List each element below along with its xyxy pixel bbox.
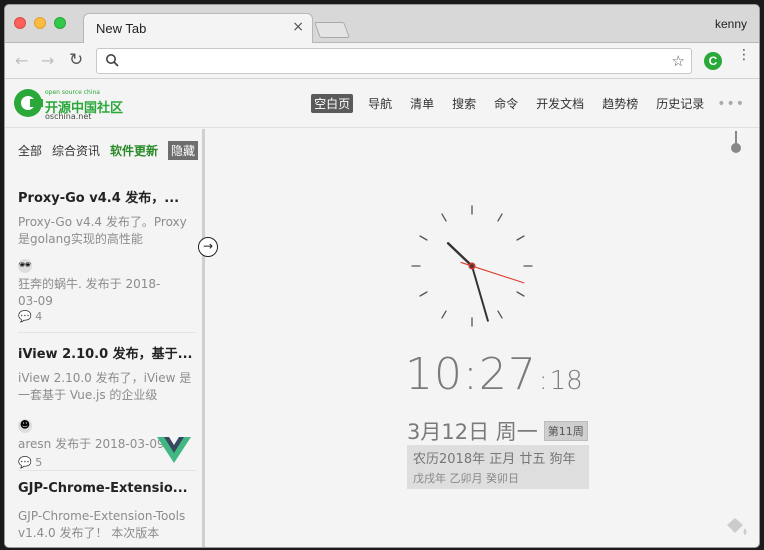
nav-history[interactable]: 历史记录 — [653, 94, 707, 113]
tab-software-updates[interactable]: 软件更新 — [110, 142, 158, 159]
week-badge: 第11周 — [543, 421, 588, 441]
date-line: 3月12日 周一 第11周 — [407, 416, 588, 446]
tab-news[interactable]: 综合资讯 — [52, 142, 100, 159]
avatar: 🕶 — [18, 259, 32, 273]
top-nav: 空白页 导航 清单 搜索 命令 开发文档 趋势榜 历史记录 ••• — [299, 94, 745, 113]
clock-tick — [497, 310, 503, 319]
item-title[interactable]: Proxy-Go v4.4 发布，... — [18, 187, 194, 206]
oschina-extension-icon[interactable]: C — [704, 52, 722, 70]
page-header: open source china 开源中国社区 oschina.net 空白页… — [5, 80, 759, 128]
hide-sidebar-button[interactable]: 隐藏 — [168, 141, 199, 160]
time-sec-separator: : — [538, 366, 548, 396]
bookmark-star-icon[interactable]: ☆ — [672, 52, 685, 70]
logo-tagline: open source china — [45, 89, 100, 96]
nav-command[interactable]: 命令 — [491, 94, 521, 113]
title-bar: New Tab × kenny — [5, 5, 759, 44]
time-minutes: 27 — [478, 349, 537, 400]
address-input[interactable] — [125, 52, 645, 70]
comment-icon: 💬 — [18, 456, 32, 469]
paint-bucket-icon[interactable] — [723, 515, 751, 539]
sidebar-tabs: 全部 综合资讯 软件更新 隐藏 — [18, 141, 199, 160]
nav-checklist[interactable]: 清单 — [407, 94, 437, 113]
nav-navigation[interactable]: 导航 — [365, 94, 395, 113]
digital-time: 10:27:18 — [405, 349, 583, 400]
time-hours: 10 — [405, 349, 463, 400]
address-bar[interactable]: ☆ — [96, 48, 692, 74]
item-comments: 💬 4 — [18, 310, 42, 323]
analog-clock — [411, 205, 533, 327]
comment-count: 5 — [35, 456, 43, 469]
item-author: aresn 发布于 2018-03-09 — [18, 437, 165, 451]
time-seconds: 18 — [549, 366, 583, 396]
new-tab-button[interactable] — [314, 22, 350, 38]
logo-c-icon — [14, 89, 43, 117]
news-feed: Proxy-Go v4.4 发布，... Proxy-Go v4.4 发布了。P… — [18, 177, 196, 547]
tab-all[interactable]: 全部 — [18, 142, 42, 159]
nav-blank-page[interactable]: 空白页 — [311, 94, 354, 113]
clock-tick — [441, 213, 447, 222]
oschina-logo[interactable]: open source china 开源中国社区 oschina.net — [13, 88, 133, 121]
logo-domain: oschina.net — [45, 112, 92, 121]
minimize-window-button[interactable] — [34, 17, 46, 29]
comment-count: 4 — [35, 310, 43, 323]
lunar-date: 农历2018年 正月 廿五 狗年 — [413, 452, 576, 467]
hour-hand — [446, 242, 474, 268]
lunar-calendar: 农历2018年 正月 廿五 狗年 戊戌年 乙卯月 癸卯日 — [407, 445, 589, 489]
browser-toolbar: ← → ↻ ☆ C ⋮ — [5, 43, 759, 79]
tab-title: New Tab — [96, 21, 147, 36]
tab-close-icon[interactable]: × — [292, 19, 304, 35]
time-separator: : — [463, 349, 479, 400]
maximize-window-button[interactable] — [54, 17, 66, 29]
nav-search[interactable]: 搜索 — [449, 94, 479, 113]
close-window-button[interactable] — [14, 17, 26, 29]
item-title[interactable]: GJP-Chrome-Extensio... — [18, 481, 194, 496]
list-item[interactable]: Proxy-Go v4.4 发布，... Proxy-Go v4.4 发布了。P… — [18, 177, 196, 333]
more-icon[interactable]: ••• — [717, 96, 745, 112]
minute-hand — [471, 265, 489, 322]
clock-tick — [419, 291, 428, 297]
browser-window: New Tab × kenny ← → ↻ ☆ C ⋮ open source — [4, 4, 760, 548]
search-icon — [106, 54, 119, 67]
clock-tick — [497, 213, 503, 222]
clock-tick — [419, 235, 428, 241]
back-icon[interactable]: ← — [15, 51, 28, 70]
news-sidebar: 全部 综合资讯 软件更新 隐藏 Proxy-Go v4.4 发布，... Pro… — [5, 129, 205, 547]
item-author: 狂奔的蜗牛. 发布于 2018-03-09 — [18, 277, 161, 308]
avatar: ☻ — [18, 419, 32, 433]
pin-head-icon[interactable] — [731, 143, 741, 153]
clock-tick — [441, 310, 447, 319]
forward-icon[interactable]: → — [41, 51, 54, 70]
profile-name[interactable]: kenny — [715, 17, 747, 31]
nav-trending[interactable]: 趋势榜 — [599, 94, 641, 113]
comment-icon: 💬 — [18, 310, 32, 323]
list-item[interactable]: GJP-Chrome-Extensio... GJP-Chrome-Extens… — [18, 471, 196, 547]
vue-logo-icon — [157, 437, 191, 463]
clock-tick — [516, 291, 525, 297]
item-summary: GJP-Chrome-Extension-Tools v1.4.0 发布了！ 本… — [18, 509, 186, 540]
nav-dev-docs[interactable]: 开发文档 — [533, 94, 587, 113]
reload-icon[interactable]: ↻ — [69, 50, 83, 70]
collapse-sidebar-icon[interactable]: → — [198, 237, 218, 257]
item-summary: iView 2.10.0 发布了，iView 是一套基于 Vue.js 的企业级 — [18, 371, 192, 402]
lunar-ganzhi: 戊戌年 乙卯月 癸卯日 — [413, 472, 519, 485]
item-summary: Proxy-Go v4.4 发布了。Proxy 是golang实现的高性能 — [18, 215, 187, 246]
chrome-menu-icon[interactable]: ⋮ — [737, 48, 751, 62]
clock-tick — [516, 235, 525, 241]
tab-new-tab[interactable]: New Tab × — [83, 13, 313, 44]
item-comments: 💬 5 — [18, 456, 42, 469]
date-text: 3月12日 周一 — [407, 420, 538, 444]
item-title[interactable]: iView 2.10.0 发布，基于... — [18, 343, 194, 362]
